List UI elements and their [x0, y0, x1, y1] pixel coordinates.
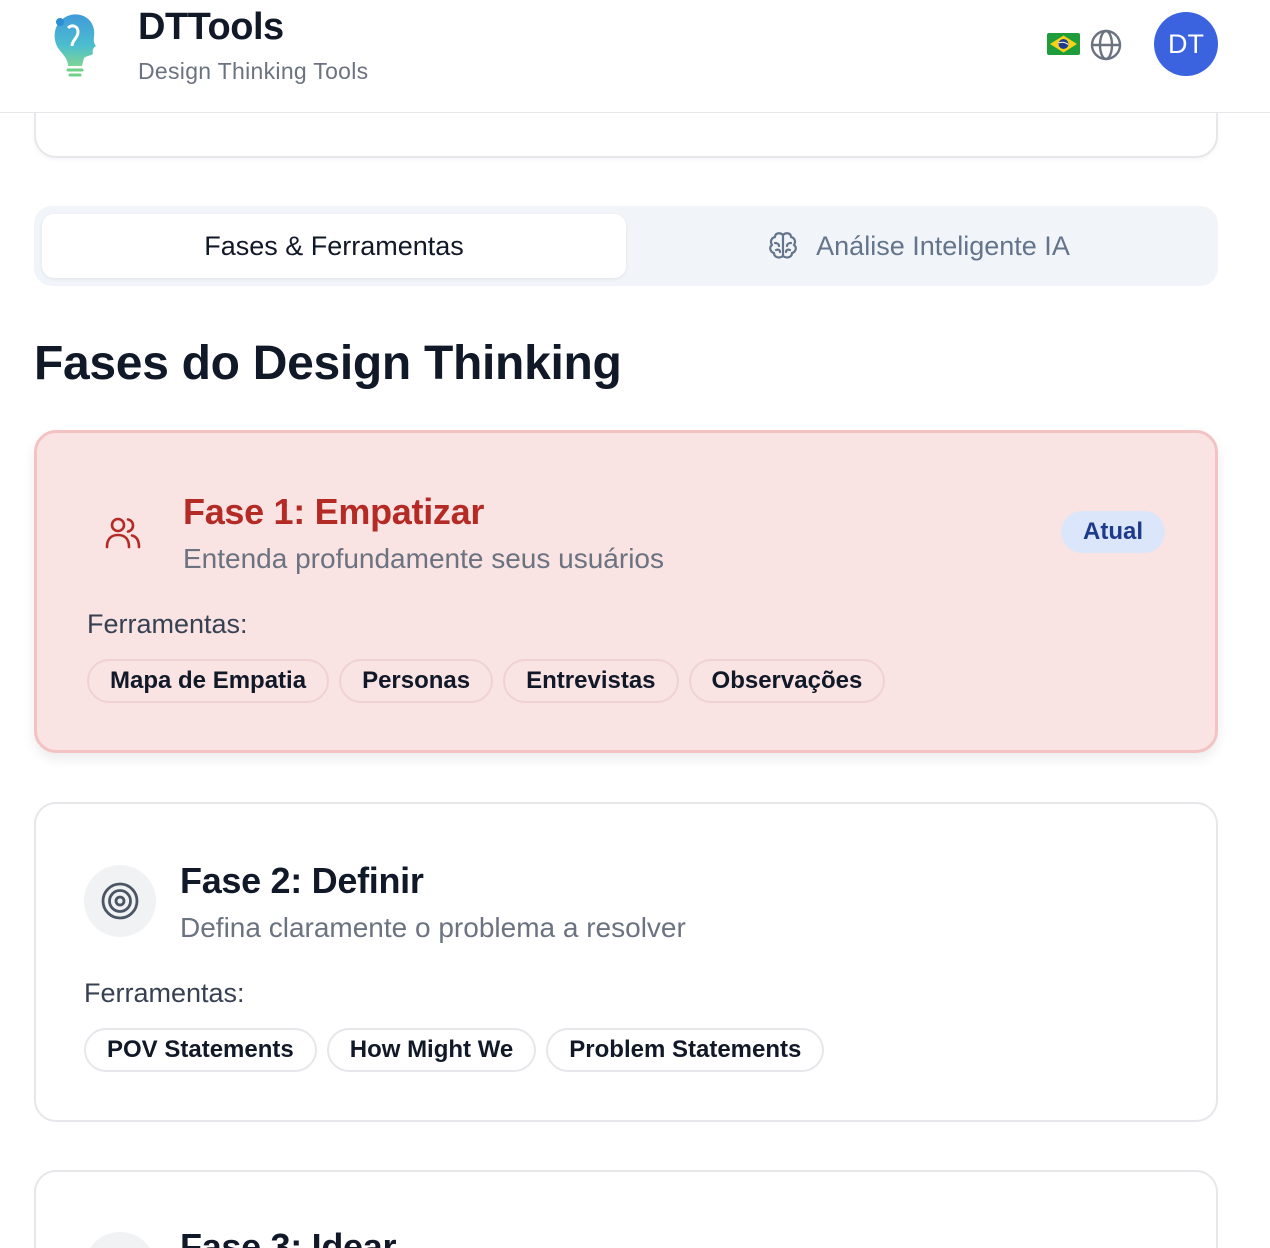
section-title: Fases do Design Thinking — [34, 337, 622, 390]
phase-card-empatizar[interactable]: Fase 1: Empatizar Entenda profundamente … — [34, 430, 1218, 753]
tool-chip-problem-statements[interactable]: Problem Statements — [546, 1028, 825, 1072]
tools-label: Ferramentas: — [84, 978, 245, 1008]
app-header: DTTools Design Thinking Tools DT — [0, 0, 1270, 113]
phase-title: Fase 1: Empatizar — [183, 491, 485, 532]
tool-chip-pov-statements[interactable]: POV Statements — [84, 1028, 317, 1072]
tool-chip-observacoes[interactable]: Observações — [688, 659, 886, 703]
phase-card-definir[interactable]: Fase 2: Definir Defina claramente o prob… — [34, 802, 1218, 1122]
tool-chips: Mapa de Empatia Personas Entrevistas Obs… — [87, 659, 886, 703]
brain-icon — [769, 232, 797, 259]
brazil-flag-icon[interactable] — [1047, 33, 1080, 55]
tool-chip-entrevistas[interactable]: Entrevistas — [503, 659, 679, 703]
users-icon — [87, 497, 159, 569]
tab-fases-ferramentas[interactable]: Fases & Ferramentas — [42, 214, 626, 278]
tool-chip-personas[interactable]: Personas — [339, 659, 494, 703]
tab-list: Fases & Ferramentas Análise Inteligente … — [34, 206, 1218, 286]
phase-card-idear[interactable]: Fase 3: Idear — [34, 1170, 1218, 1248]
user-avatar[interactable]: DT — [1154, 12, 1218, 76]
tab-analise-ia[interactable]: Análise Inteligente IA — [626, 214, 1210, 278]
app-subtitle: Design Thinking Tools — [138, 58, 369, 84]
current-phase-badge: Atual — [1061, 511, 1165, 553]
phase-title: Fase 2: Definir — [180, 860, 424, 901]
phase-title: Fase 3: Idear — [180, 1226, 397, 1248]
target-icon — [84, 865, 156, 937]
logo-icon[interactable] — [46, 10, 102, 78]
globe-icon[interactable] — [1089, 28, 1123, 62]
app-title: DTTools — [138, 6, 284, 48]
tab-label: Fases & Ferramentas — [204, 230, 464, 261]
lightbulb-icon — [84, 1232, 156, 1248]
tool-chip-how-might-we[interactable]: How Might We — [326, 1028, 537, 1072]
tab-label: Análise Inteligente IA — [816, 230, 1070, 261]
phase-description: Entenda profundamente seus usuários — [183, 543, 664, 574]
tools-label: Ferramentas: — [87, 609, 248, 639]
tool-chips: POV Statements How Might We Problem Stat… — [84, 1028, 825, 1072]
tool-chip-mapa-de-empatia[interactable]: Mapa de Empatia — [87, 659, 330, 703]
phase-description: Defina claramente o problema a resolver — [180, 912, 686, 943]
